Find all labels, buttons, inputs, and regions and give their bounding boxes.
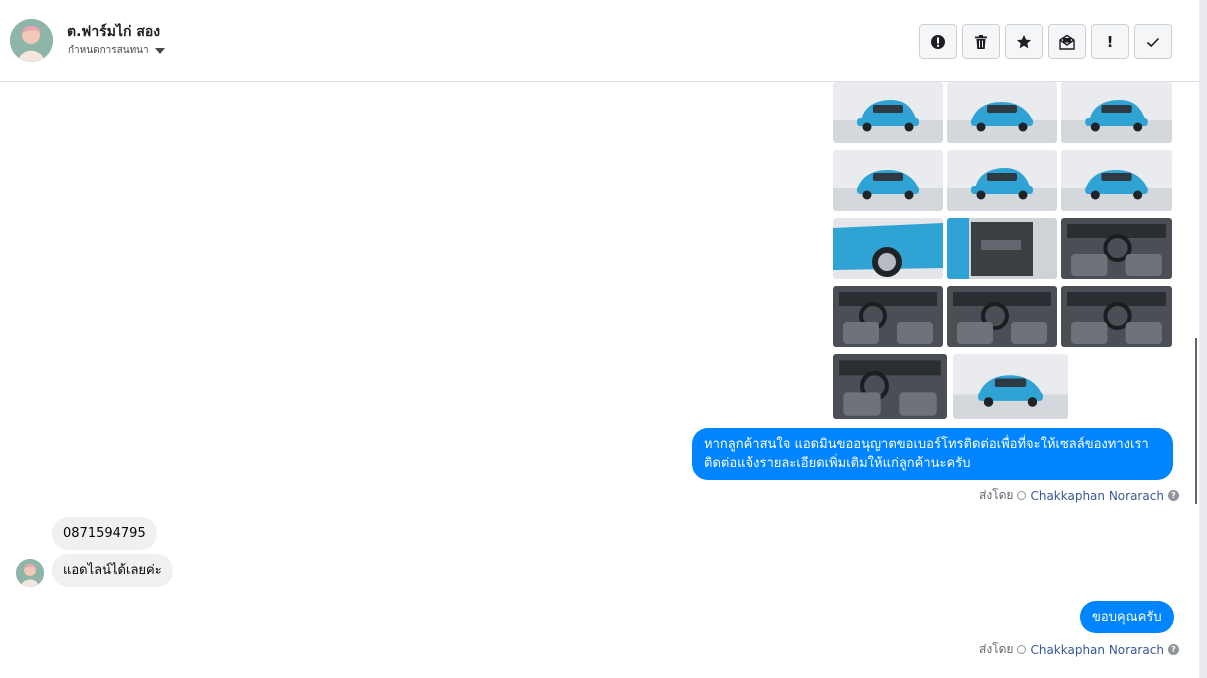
car-photo-cabin[interactable] <box>833 354 947 419</box>
mark-done-button[interactable] <box>1134 24 1172 59</box>
caret-down-icon <box>154 48 165 54</box>
help-icon[interactable]: ? <box>1167 490 1179 501</box>
sent-by-label: ส่งโดย <box>979 488 1014 502</box>
agent-name-link[interactable]: Chakkaphan Norarach <box>1030 643 1163 657</box>
contact-name[interactable]: ต.ฟาร์มไก่ สอง <box>67 21 160 43</box>
scrollbar-track[interactable] <box>1199 0 1207 678</box>
delete-button[interactable] <box>962 24 1000 59</box>
car-photo-front-angle[interactable] <box>947 82 1057 143</box>
conversation-view: ต.ฟาร์มไก่ สอง กำหนดการสนทนา ! หากลูกค้า… <box>0 0 1207 678</box>
star-button[interactable] <box>1005 24 1043 59</box>
scrollbar-thumb[interactable] <box>1195 338 1197 504</box>
incoming-message-bubble[interactable]: แอดไลน์ได้เลยค่ะ <box>52 554 173 587</box>
car-photo-seats[interactable] <box>833 286 943 347</box>
help-icon[interactable]: ? <box>1167 644 1179 655</box>
assign-conversation-label: กำหนดการสนทนา <box>68 45 149 56</box>
incoming-message-bubble[interactable]: 0871594795 <box>52 517 157 550</box>
car-photo-trunk[interactable] <box>953 354 1068 419</box>
verified-icon <box>1017 491 1027 500</box>
trash-icon <box>975 34 987 49</box>
message-line: ติดต่อแจ้งรายละเอียดเพิ่มเติมให้แก่ลูกค้… <box>704 456 971 471</box>
car-photo-rear-side[interactable] <box>947 150 1057 211</box>
report-spam-button[interactable] <box>919 24 957 59</box>
car-photo-rear-angle[interactable] <box>1061 82 1172 143</box>
follow-up-button[interactable]: ! <box>1091 24 1129 59</box>
sender-avatar[interactable] <box>16 559 44 587</box>
mark-unread-button[interactable] <box>1048 24 1086 59</box>
exclamation-icon: ! <box>1106 32 1114 51</box>
alert-circle-icon <box>931 34 945 49</box>
contact-avatar[interactable] <box>10 19 53 62</box>
sent-by-label: ส่งโดย <box>979 642 1014 656</box>
car-photo-rear[interactable] <box>833 150 943 211</box>
agent-name-link[interactable]: Chakkaphan Norarach <box>1030 489 1163 503</box>
car-photo-rear-seats[interactable] <box>1061 286 1172 347</box>
outgoing-message-bubble[interactable]: หากลูกค้าสนใจ แอดมินขออนุญาตขอเบอร์โทรติ… <box>692 428 1173 480</box>
car-photo-steering[interactable] <box>947 286 1057 347</box>
star-icon <box>1017 34 1031 48</box>
verified-icon <box>1017 645 1027 654</box>
car-photo-door[interactable] <box>947 218 1057 279</box>
conversation-toolbar: ! <box>919 24 1172 59</box>
assign-conversation-dropdown[interactable]: กำหนดการสนทนา <box>68 43 165 58</box>
sent-by-info: ส่งโดย Chakkaphan Norarach ? <box>979 640 1179 659</box>
envelope-icon <box>1059 34 1075 50</box>
outgoing-message-bubble[interactable]: ขอบคุณครับ <box>1080 601 1174 633</box>
car-photo-wheel[interactable] <box>833 218 943 279</box>
car-photo-dashboard[interactable] <box>1061 218 1172 279</box>
check-icon <box>1146 37 1160 47</box>
car-photo-side[interactable] <box>1061 150 1172 211</box>
conversation-header: ต.ฟาร์มไก่ สอง กำหนดการสนทนา ! <box>0 0 1200 82</box>
sent-by-info: ส่งโดย Chakkaphan Norarach ? <box>979 486 1179 505</box>
car-photo-front[interactable] <box>833 82 943 143</box>
message-line: หากลูกค้าสนใจ แอดมินขออนุญาตขอเบอร์โทรติ… <box>704 437 1149 452</box>
